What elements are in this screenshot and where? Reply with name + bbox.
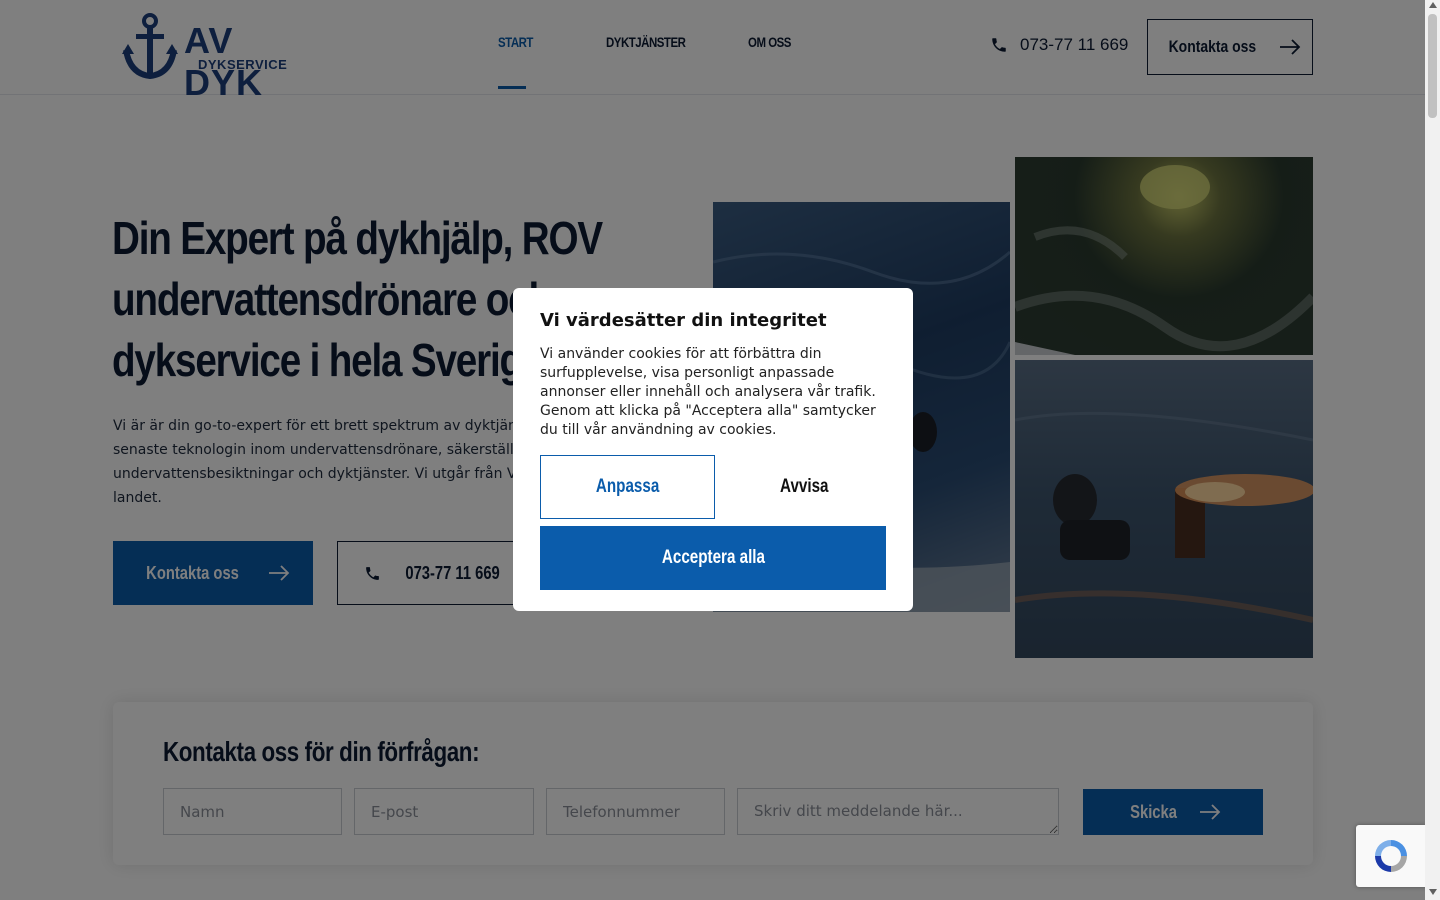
- cookie-customize-button[interactable]: Anpassa: [540, 455, 715, 519]
- cookie-title: Vi värdesätter din integritet: [540, 310, 827, 331]
- cookie-consent-dialog: Vi värdesätter din integritet Vi använde…: [513, 288, 913, 611]
- cookie-customize-label: Anpassa: [595, 476, 660, 497]
- cookie-reject-label: Avvisa: [780, 476, 829, 497]
- cookie-accept-label: Acceptera alla: [661, 547, 765, 568]
- scrollbar-thumb[interactable]: [1428, 14, 1437, 118]
- scroll-up-arrow-icon[interactable]: [1428, 2, 1437, 8]
- page-scrollbar[interactable]: [1425, 0, 1440, 900]
- cookie-text: Vi använder cookies för att förbättra di…: [540, 346, 876, 438]
- recaptcha-badge[interactable]: [1356, 825, 1426, 887]
- cookie-reject-button[interactable]: Avvisa: [717, 455, 892, 519]
- scroll-down-arrow-icon[interactable]: [1428, 889, 1437, 895]
- cookie-accept-all-button[interactable]: Acceptera alla: [540, 526, 886, 590]
- recaptcha-icon: [1375, 840, 1407, 872]
